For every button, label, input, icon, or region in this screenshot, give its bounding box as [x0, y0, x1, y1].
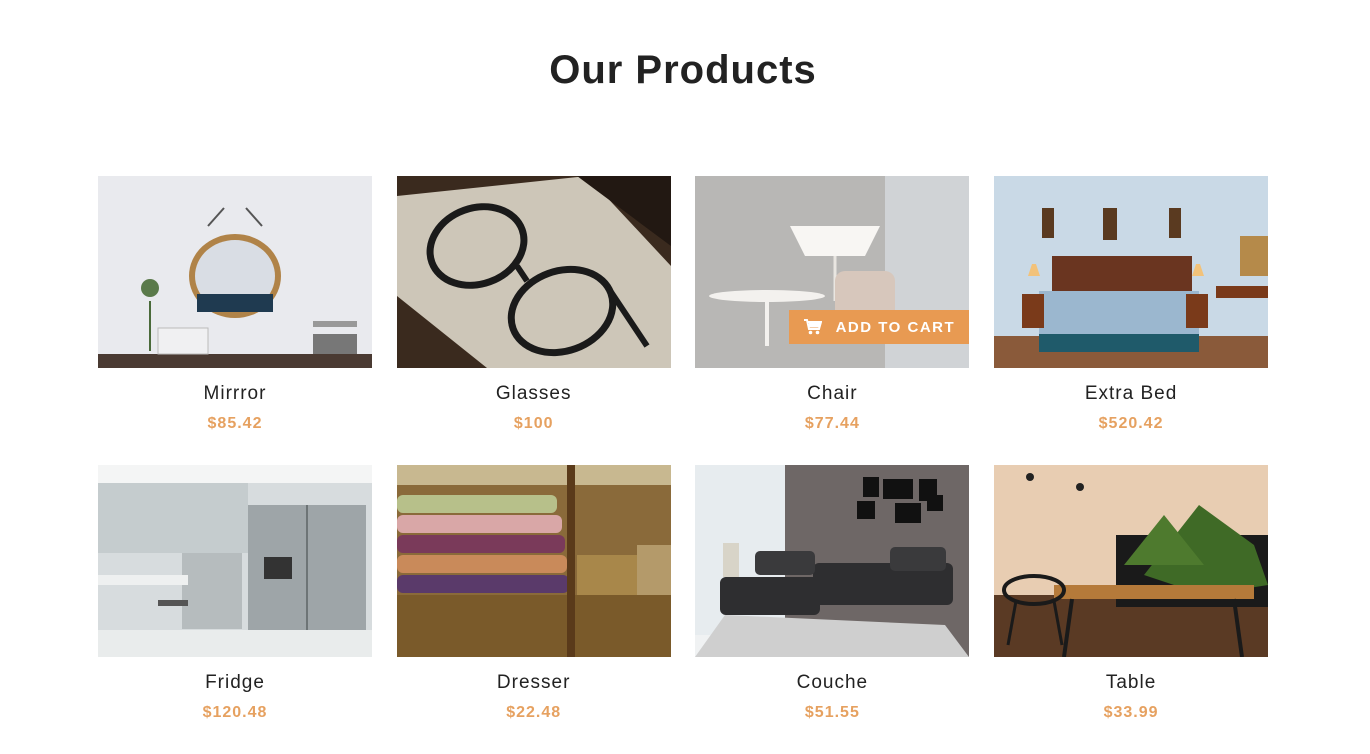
product-name[interactable]: Chair: [695, 383, 969, 405]
product-name[interactable]: Dresser: [397, 672, 671, 694]
product-image[interactable]: [98, 465, 372, 657]
product-price: $33.99: [1103, 704, 1159, 721]
product-name[interactable]: Mirrror: [98, 383, 372, 405]
product-image[interactable]: [396, 465, 671, 657]
product-price: $520.42: [1098, 415, 1164, 432]
product-image[interactable]: [98, 176, 372, 368]
product-card[interactable]: Couche $51.55: [695, 465, 970, 754]
add-to-cart-label: ADD TO CART: [835, 318, 956, 336]
page-title: Our Products: [549, 48, 817, 92]
product-card[interactable]: ADD TO CART Chair $77.44: [695, 176, 970, 465]
product-grid: Mirrror $85.42 Glasses $100 ADD TO CART …: [98, 176, 1269, 754]
product-image[interactable]: [695, 465, 970, 657]
product-price: $85.42: [207, 415, 263, 432]
product-image[interactable]: [396, 176, 671, 368]
product-image[interactable]: [994, 176, 1269, 368]
product-price: $22.48: [506, 704, 562, 721]
product-image[interactable]: ADD TO CART: [695, 176, 970, 368]
product-price: $51.55: [804, 704, 860, 721]
product-card[interactable]: Table $33.99: [994, 465, 1269, 754]
product-card[interactable]: Extra Bed $520.42: [994, 176, 1269, 465]
product-name[interactable]: Couche: [695, 672, 969, 694]
product-name[interactable]: Table: [994, 672, 1268, 694]
product-image[interactable]: [994, 465, 1269, 657]
product-name[interactable]: Fridge: [98, 672, 372, 694]
product-card[interactable]: Dresser $22.48: [396, 465, 671, 754]
product-price: $77.44: [804, 415, 860, 432]
product-name[interactable]: Extra Bed: [994, 383, 1268, 405]
product-name[interactable]: Glasses: [397, 383, 671, 405]
cart-icon: [803, 319, 822, 335]
product-card[interactable]: Fridge $120.48: [98, 465, 372, 754]
add-to-cart-button[interactable]: ADD TO CART: [789, 310, 970, 344]
product-price: $100: [513, 415, 554, 432]
product-card[interactable]: Mirrror $85.42: [98, 176, 372, 465]
product-card[interactable]: Glasses $100: [396, 176, 671, 465]
product-price: $120.48: [202, 704, 268, 721]
